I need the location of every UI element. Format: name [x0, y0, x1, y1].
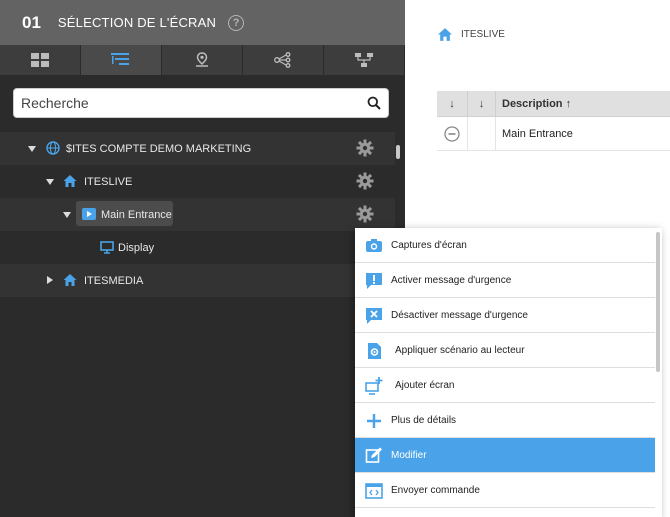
menu-item-enable-alert[interactable]: Activer message d'urgence	[355, 263, 655, 298]
home-icon	[63, 274, 77, 286]
add-screen-icon	[365, 377, 383, 395]
tree-item-label: Display	[118, 241, 155, 254]
camera-icon	[366, 239, 382, 252]
edit-icon	[365, 447, 382, 463]
code-icon	[365, 483, 383, 499]
gear-icon[interactable]	[356, 172, 374, 190]
tree-item-label: Main Entrance	[101, 208, 172, 221]
search-icon[interactable]	[360, 96, 388, 110]
menu-item-send-command[interactable]: Envoyer commande	[355, 473, 655, 508]
home-icon	[63, 175, 77, 187]
tree-list-icon	[111, 53, 129, 65]
menu-item-label: Ajouter écran	[395, 379, 455, 391]
row-empty-cell	[468, 116, 496, 151]
panel-title: SÉLECTION DE L'ÉCRAN	[57, 15, 217, 30]
column-description[interactable]: Description ↑	[496, 91, 670, 117]
tab-tree-list[interactable]	[81, 45, 162, 75]
table-header: ↓ ↓ Description ↑	[437, 90, 670, 117]
menu-item-screenshots[interactable]: Captures d'écran	[355, 228, 655, 263]
menu-item-label: Captures d'écran	[391, 239, 467, 251]
tree-item-display[interactable]: Display	[0, 231, 395, 264]
row-status-cell	[437, 116, 468, 151]
menu-item-label: Envoyer commande	[391, 484, 480, 496]
expand-arrow-icon[interactable]	[46, 178, 54, 186]
menu-item-apply-scenario[interactable]: Appliquer scénario au lecteur	[355, 333, 655, 368]
monitor-icon	[100, 241, 114, 254]
globe-icon	[46, 141, 60, 155]
menu-item-label: Modifier	[391, 449, 427, 461]
context-menu: Captures d'écran Activer message d'urgen…	[355, 228, 662, 517]
breadcrumb: ITESLIVE	[437, 27, 505, 42]
menu-item-label: Désactiver message d'urgence	[391, 309, 528, 321]
expand-arrow-icon[interactable]	[63, 211, 71, 219]
row-description: Main Entrance	[502, 127, 573, 140]
menu-item-edit[interactable]: Modifier	[355, 438, 655, 473]
menu-item-label: Activer message d'urgence	[391, 274, 512, 286]
collapse-arrow-icon[interactable]	[46, 276, 54, 284]
expand-arrow-icon[interactable]	[28, 145, 36, 153]
tree-item-iteslive[interactable]: ITESLIVE	[0, 165, 395, 198]
column-sort-2[interactable]: ↓	[468, 90, 496, 117]
alert-message-icon	[366, 273, 382, 289]
tree-item-label: $ITES COMPTE DEMO MARKETING	[66, 142, 252, 155]
tree-item-sites-account[interactable]: $ITES COMPTE DEMO MARKETING	[0, 132, 395, 165]
gear-icon[interactable]	[356, 139, 374, 157]
table-row[interactable]: Main Entrance	[437, 116, 670, 151]
screen-selection-app: 01 SÉLECTION DE L'ÉCRAN ? Recherche $ITE…	[0, 0, 670, 517]
breadcrumb-label[interactable]: ITESLIVE	[461, 29, 505, 40]
minus-circle-icon[interactable]	[444, 125, 460, 142]
location-pin-icon	[196, 52, 208, 67]
cancel-message-icon	[366, 308, 382, 324]
view-tabs	[0, 45, 405, 75]
menu-item-disable-alert[interactable]: Désactiver message d'urgence	[355, 298, 655, 333]
tab-grid[interactable]	[0, 45, 81, 75]
tree-item-main-entrance[interactable]: Main Entrance	[0, 198, 395, 231]
player-icon	[82, 208, 96, 220]
grid-icon	[31, 53, 49, 67]
search-box	[13, 88, 389, 118]
screens-table: ↓ ↓ Description ↑ Main Entrance	[437, 90, 670, 151]
menu-scrollbar[interactable]	[656, 232, 660, 372]
menu-item-add-screen[interactable]: Ajouter écran	[355, 368, 655, 403]
menu-item-label: Plus de détails	[391, 414, 457, 426]
tree-item-label: ITESMEDIA	[84, 274, 144, 287]
tab-share[interactable]	[243, 45, 324, 75]
search-input[interactable]	[14, 90, 360, 116]
hierarchy-icon	[355, 53, 373, 67]
column-sort-1[interactable]: ↓	[437, 90, 468, 117]
scenario-icon	[368, 343, 381, 359]
plus-icon	[367, 414, 381, 428]
gear-icon[interactable]	[356, 205, 374, 223]
tab-hierarchy[interactable]	[324, 45, 405, 75]
help-icon[interactable]: ?	[228, 14, 245, 31]
menu-item-label: Appliquer scénario au lecteur	[395, 344, 525, 356]
share-nodes-icon	[274, 52, 291, 68]
left-panel: 01 SÉLECTION DE L'ÉCRAN ? Recherche $ITE…	[0, 0, 405, 517]
tree-item-itesmedia[interactable]: ITESMEDIA	[0, 264, 395, 297]
tree-item-label: ITESLIVE	[84, 175, 133, 188]
home-icon[interactable]	[437, 27, 453, 42]
menu-item-more-details[interactable]: Plus de détails	[355, 403, 655, 438]
panel-header: 01 SÉLECTION DE L'ÉCRAN ?	[0, 0, 405, 45]
step-number: 01	[22, 12, 41, 32]
tree-scrollbar[interactable]	[396, 145, 400, 159]
tab-location[interactable]	[162, 45, 243, 75]
